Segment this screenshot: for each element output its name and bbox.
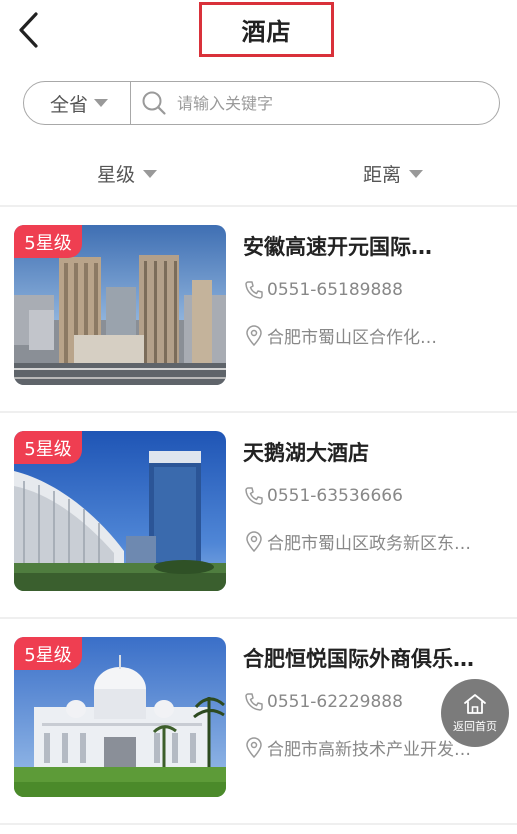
hotel-card[interactable]: 5星级 天鹅湖大酒店 0551-63536666 合肥市蜀山区政务新区东… bbox=[0, 413, 517, 618]
address-text: 合肥市蜀山区政务新区东… bbox=[267, 534, 471, 554]
phone-text: 0551-65189888 bbox=[267, 280, 403, 300]
star-badge: 5星级 bbox=[14, 431, 82, 464]
header: 酒店 bbox=[0, 0, 517, 62]
caret-down-icon bbox=[94, 99, 108, 107]
phone-icon bbox=[243, 485, 265, 507]
back-button[interactable] bbox=[8, 8, 48, 52]
hotel-phone[interactable]: 0551-63536666 bbox=[243, 485, 505, 507]
phone-text: 0551-62229888 bbox=[267, 692, 403, 712]
hotel-card[interactable]: 5星级 安徽高速开元国际… 0551-65189888 合肥市蜀山区合作化… bbox=[0, 207, 517, 412]
chevron-left-icon bbox=[19, 12, 38, 48]
filter-bar: 星级 距离 bbox=[0, 150, 517, 196]
caret-down-icon bbox=[143, 169, 158, 178]
phone-icon bbox=[243, 279, 265, 301]
phone-text: 0551-63536666 bbox=[267, 486, 403, 506]
phone-icon bbox=[243, 691, 265, 713]
star-badge: 5星级 bbox=[14, 225, 82, 258]
location-pin-icon bbox=[243, 736, 265, 759]
address-text: 合肥市高新技术产业开发… bbox=[267, 740, 471, 760]
province-label: 全省 bbox=[49, 93, 88, 116]
hotel-card[interactable]: 5星级 合肥恒悦国际外商俱乐… 0551-62229888 合肥市高新技术产业开… bbox=[0, 619, 517, 824]
home-label: 返回首页 bbox=[453, 720, 497, 733]
location-pin-icon bbox=[243, 530, 265, 553]
address-text: 合肥市蜀山区合作化… bbox=[267, 328, 437, 348]
filter-star-rating[interactable]: 星级 bbox=[97, 160, 158, 187]
caret-down-icon bbox=[409, 169, 424, 178]
filter-distance-label: 距离 bbox=[363, 164, 402, 186]
divider bbox=[0, 823, 517, 825]
back-to-home-button[interactable]: 返回首页 bbox=[441, 679, 509, 747]
hotel-name: 安徽高速开元国际… bbox=[243, 235, 432, 259]
star-badge: 5星级 bbox=[14, 637, 82, 670]
filter-star-label: 星级 bbox=[97, 164, 136, 186]
hotel-photo: 5星级 bbox=[14, 225, 226, 385]
hotel-photo: 5星级 bbox=[14, 637, 226, 797]
search-input[interactable] bbox=[177, 93, 477, 113]
filter-distance[interactable]: 距离 bbox=[363, 160, 424, 187]
hotel-name: 天鹅湖大酒店 bbox=[243, 441, 369, 465]
page-title-box: 酒店 bbox=[199, 2, 334, 57]
hotel-photo: 5星级 bbox=[14, 431, 226, 591]
hotel-address: 合肥市蜀山区政务新区东… bbox=[243, 529, 505, 554]
hotel-address: 合肥市蜀山区合作化… bbox=[243, 323, 505, 348]
location-pin-icon bbox=[243, 324, 265, 347]
page-title: 酒店 bbox=[241, 18, 292, 46]
province-select[interactable]: 全省 bbox=[24, 82, 131, 124]
hotel-name: 合肥恒悦国际外商俱乐… bbox=[243, 647, 474, 671]
search-bar: 全省 bbox=[23, 81, 500, 125]
search-icon bbox=[141, 90, 167, 116]
hotel-phone[interactable]: 0551-65189888 bbox=[243, 279, 505, 301]
home-icon bbox=[464, 694, 486, 714]
